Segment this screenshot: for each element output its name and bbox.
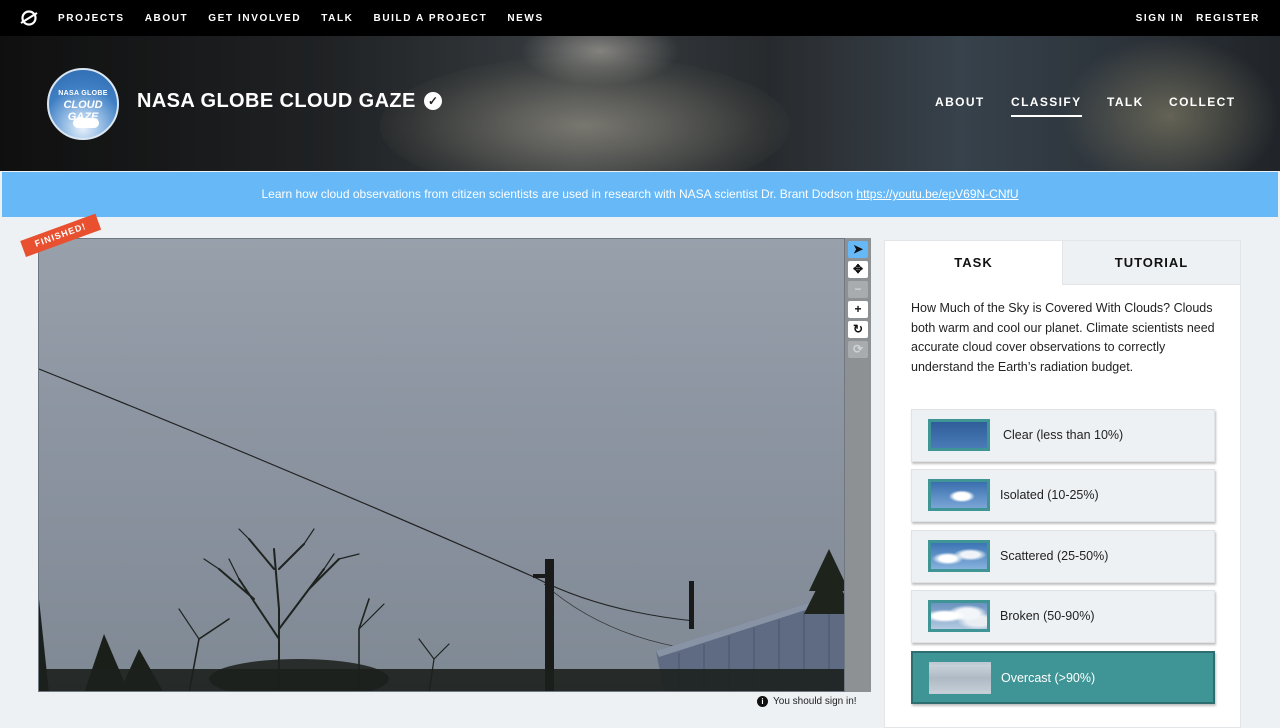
image-toolbar: ➤ ✥ − + ↻ ⟳ [845, 238, 871, 692]
clear-sky-thumbnail [928, 419, 990, 451]
move-tool-icon[interactable]: ✥ [848, 261, 868, 278]
announcement-text: Learn how cloud observations from citize… [261, 187, 857, 201]
nav-news[interactable]: NEWS [507, 13, 543, 24]
answer-scattered[interactable]: Scattered (25-50%) [911, 530, 1215, 583]
broken-clouds-thumbnail [928, 600, 990, 632]
announcement-link[interactable]: https://youtu.be/epV69N-CNfU [856, 187, 1018, 201]
nav-build-a-project[interactable]: BUILD A PROJECT [374, 13, 488, 24]
sky-photo [39, 368, 844, 691]
subject-image[interactable] [38, 238, 845, 692]
answer-isolated[interactable]: Isolated (10-25%) [911, 469, 1215, 522]
project-avatar[interactable]: NASA GLOBE CLOUD GAZE [47, 68, 119, 140]
info-icon: i [757, 696, 768, 707]
isolated-clouds-thumbnail [928, 479, 990, 511]
reset-view-icon[interactable]: ⟳ [848, 341, 868, 358]
nav-about[interactable]: ABOUT [145, 13, 189, 24]
task-question: How Much of the Sky is Covered With Clou… [911, 301, 1215, 374]
nav-projects[interactable]: PROJECTS [58, 13, 125, 24]
top-nav: PROJECTS ABOUT GET INVOLVED TALK BUILD A… [0, 0, 1280, 36]
cloud-icon [73, 118, 99, 128]
answer-clear[interactable]: Clear (less than 10%) [911, 409, 1215, 462]
zooniverse-logo-icon[interactable] [20, 9, 38, 27]
register-link[interactable]: REGISTER [1196, 13, 1260, 24]
sign-in-note[interactable]: i You should sign in! [757, 696, 857, 707]
task-panel: TASK TUTORIAL How Much of the Sky is Cov… [884, 240, 1241, 728]
tab-tutorial[interactable]: TUTORIAL [1062, 241, 1240, 285]
overcast-thumbnail [929, 662, 991, 694]
project-nav-collect[interactable]: COLLECT [1169, 95, 1235, 109]
scattered-clouds-thumbnail [928, 540, 990, 572]
project-title[interactable]: NASA GLOBE CLOUD GAZE [137, 90, 416, 113]
verified-check-icon: ✓ [424, 92, 442, 110]
zoom-in-icon[interactable]: + [848, 301, 868, 318]
project-nav-talk[interactable]: TALK [1107, 95, 1144, 109]
answer-broken[interactable]: Broken (50-90%) [911, 590, 1215, 643]
project-nav-about[interactable]: ABOUT [935, 95, 985, 109]
sign-in-link[interactable]: SIGN IN [1136, 13, 1184, 24]
project-nav-classify[interactable]: CLASSIFY [1011, 95, 1082, 117]
nav-talk[interactable]: TALK [321, 13, 353, 24]
zoom-out-icon[interactable]: − [848, 281, 868, 298]
nav-get-involved[interactable]: GET INVOLVED [208, 13, 301, 24]
pointer-tool-icon[interactable]: ➤ [848, 241, 868, 258]
answer-overcast[interactable]: Overcast (>90%) [911, 651, 1215, 704]
rotate-icon[interactable]: ↻ [848, 321, 868, 338]
project-header: NASA GLOBE CLOUD GAZE NASA GLOBE CLOUD G… [0, 36, 1280, 171]
announcement-banner: Learn how cloud observations from citize… [2, 172, 1278, 217]
tab-task[interactable]: TASK [885, 241, 1062, 285]
